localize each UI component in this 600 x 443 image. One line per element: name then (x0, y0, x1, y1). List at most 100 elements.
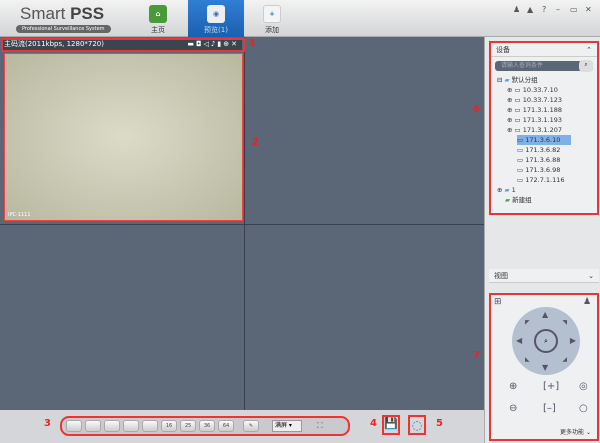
app-subtitle: Professional Surveillance System (16, 25, 111, 33)
tab-home[interactable]: ⌂ 主页 (130, 0, 186, 37)
help-icon[interactable]: ? (542, 5, 546, 14)
annotation-label: 4 (370, 418, 377, 429)
video-grid[interactable]: 主码流(2011kbps, 1280*720) ▬◘◁♪▮⊕✕ IPC-1111 (0, 37, 484, 410)
folder-icon: ▰ (504, 186, 510, 194)
tree-item[interactable]: ▭ 171.3.6.98 (491, 165, 597, 175)
device-ip: 172.7.1.116 (525, 176, 565, 184)
annotation-label: 7 (473, 350, 480, 361)
layout-36-button[interactable]: 36 (199, 420, 215, 432)
arrow-up-icon[interactable]: ▲ (542, 310, 548, 319)
layout-9-button[interactable] (142, 420, 158, 432)
arrow-downleft-icon[interactable]: ◣ (525, 356, 530, 363)
zoom-out-icon[interactable]: ⊖ (509, 403, 517, 414)
camera-icon: ◉ (207, 5, 225, 23)
device-header[interactable]: 设备 ⌃ (491, 43, 597, 57)
close-icon[interactable]: ✕ (585, 5, 592, 14)
stream-select-value: 满屏 (275, 422, 288, 429)
device-ip: 171.3.6.88 (525, 156, 561, 164)
edit-icon[interactable]: ✎ (243, 420, 259, 432)
more-functions-button[interactable]: 更多功能 ⌄ (560, 427, 591, 436)
view-title: 视图 (494, 272, 508, 280)
annotation-label: 2 (252, 137, 259, 148)
view-header[interactable]: 视图 ⌄ (489, 269, 599, 283)
layout-25-button[interactable]: 25 (180, 420, 196, 432)
tree-item[interactable]: ▭ 171.3.6.88 (491, 155, 597, 165)
new-group-button[interactable]: ▰ 新建组 (491, 195, 597, 205)
chevron-up-icon[interactable]: ⌃ (586, 43, 592, 57)
zoom-in-icon[interactable]: ⊕ (509, 381, 517, 392)
preset-icon[interactable]: ⊞ (494, 297, 502, 307)
tree-item[interactable]: ▭ 171.3.6.82 (491, 145, 597, 155)
tree-group[interactable]: ⊟ ▰ 默认分组 (491, 75, 597, 85)
tab-label: 主页 (151, 26, 165, 34)
search-icon[interactable]: ⌕ (579, 60, 593, 72)
arrow-upleft-icon[interactable]: ◤ (525, 319, 530, 326)
annotation-box (1, 38, 245, 52)
tab-preview[interactable]: ◉ 预览(1) (188, 0, 244, 37)
feed-overlay: IPC-1111 (8, 212, 31, 218)
arrow-right-icon[interactable]: ▶ (570, 336, 576, 345)
device-ip: 171.3.6.10 (525, 136, 561, 144)
ptz-dial[interactable]: ▲ ▼ ◀ ▶ ◤ ◥ ◣ ◢ ⌕ (512, 307, 580, 375)
minimize-icon[interactable]: – (556, 5, 560, 14)
iris-close-icon[interactable]: ○ (579, 403, 588, 414)
maximize-icon[interactable]: ▭ (570, 5, 578, 14)
device-ip: 10.33.7.10 (522, 86, 558, 94)
group-label: 默认分组 (511, 76, 538, 84)
ptz-panel: ⊞ ♟ ▲ ▼ ◀ ▶ ◤ ◥ ◣ ◢ ⌕ ⊕ [+] ◎ ⊖ [–] ○ 更多… (489, 293, 599, 441)
more-label: 更多功能 (560, 429, 585, 436)
video-feed[interactable]: IPC-1111 (4, 53, 243, 221)
tab-label: 添加 (265, 26, 279, 34)
device-tree: ⊟ ▰ 默认分组 ⊕ ▭ 10.33.7.10 ⊕ ▭ 10.33.7.123 … (491, 75, 597, 205)
focus-near-icon[interactable]: [+] (543, 381, 559, 392)
arrow-down-icon[interactable]: ▼ (542, 363, 548, 372)
iris-open-icon[interactable]: ◎ (579, 381, 588, 392)
header: Smart PSS Professional Surveillance Syst… (0, 0, 600, 37)
tree-group[interactable]: ⊕ ▰ 1 (491, 185, 597, 195)
device-search[interactable]: 请输入查询条件 ⌕ (495, 60, 593, 72)
divider (0, 224, 484, 225)
tree-item[interactable]: ⊕ ▭ 10.33.7.10 (491, 85, 597, 95)
ptz-center-zoom-icon[interactable]: ⌕ (534, 329, 558, 353)
fullscreen-icon[interactable]: ⛶ (317, 421, 323, 431)
tree-item[interactable]: ⊕ ▭ 171.3.1.188 (491, 105, 597, 115)
bottom-toolbar: 16 25 36 64 ✎ 满屏 ▾ ⛶ 💾 ◌ (0, 410, 484, 443)
folder-icon: ▰ (504, 76, 510, 84)
tree-item[interactable]: ⊕ ▭ 171.3.1.193 (491, 115, 597, 125)
layout-6-button[interactable] (104, 420, 120, 432)
tree-item[interactable]: ▭ 172.7.1.116 (491, 175, 597, 185)
logo-text: Smart (20, 4, 71, 23)
layout-4-button[interactable] (85, 420, 101, 432)
save-icon[interactable]: 💾 (382, 415, 400, 435)
tree-item[interactable]: ⊕ ▭ 171.3.1.207 (491, 125, 597, 135)
arrow-downright-icon[interactable]: ◢ (562, 356, 567, 363)
person-icon[interactable]: ♟ (583, 297, 591, 307)
device-title: 设备 (496, 46, 510, 54)
lock-icon[interactable]: ▲ (527, 5, 533, 14)
search-placeholder: 请输入查询条件 (501, 62, 544, 69)
annotation-label: 1 (249, 38, 256, 49)
focus-far-icon[interactable]: [–] (543, 403, 556, 414)
arrow-left-icon[interactable]: ◀ (516, 336, 522, 345)
layout-16-button[interactable]: 16 (161, 420, 177, 432)
annotation-label: 6 (473, 104, 480, 115)
layout-8-button[interactable] (123, 420, 139, 432)
device-panel: 设备 ⌃ 请输入查询条件 ⌕ ⊟ ▰ 默认分组 ⊕ ▭ 10.33.7.10 ⊕ ▭… (489, 41, 599, 215)
chevron-down-icon[interactable]: ⌄ (588, 269, 594, 283)
view-panel: 视图 ⌄ (489, 269, 599, 283)
tree-item[interactable]: ⊕ ▭ 10.33.7.123 (491, 95, 597, 105)
device-ip: 171.3.6.82 (525, 146, 561, 154)
tree-item-selected[interactable]: ▭ 171.3.6.10 (517, 135, 571, 145)
arrow-upright-icon[interactable]: ◥ (562, 319, 567, 326)
device-ip: 171.3.1.188 (522, 106, 563, 114)
tab-add[interactable]: + 添加 (244, 0, 300, 37)
stream-select[interactable]: 满屏 ▾ (272, 420, 302, 432)
layout-1-button[interactable] (66, 420, 82, 432)
device-ip: 171.3.1.193 (522, 116, 563, 124)
layout-64-button[interactable]: 64 (218, 420, 234, 432)
user-icon[interactable]: ♟ (513, 5, 520, 14)
refresh-icon[interactable]: ◌ (408, 415, 426, 435)
device-ip: 171.3.1.207 (522, 126, 563, 134)
annotation-label: 3 (44, 418, 51, 429)
plus-icon: + (263, 5, 281, 23)
